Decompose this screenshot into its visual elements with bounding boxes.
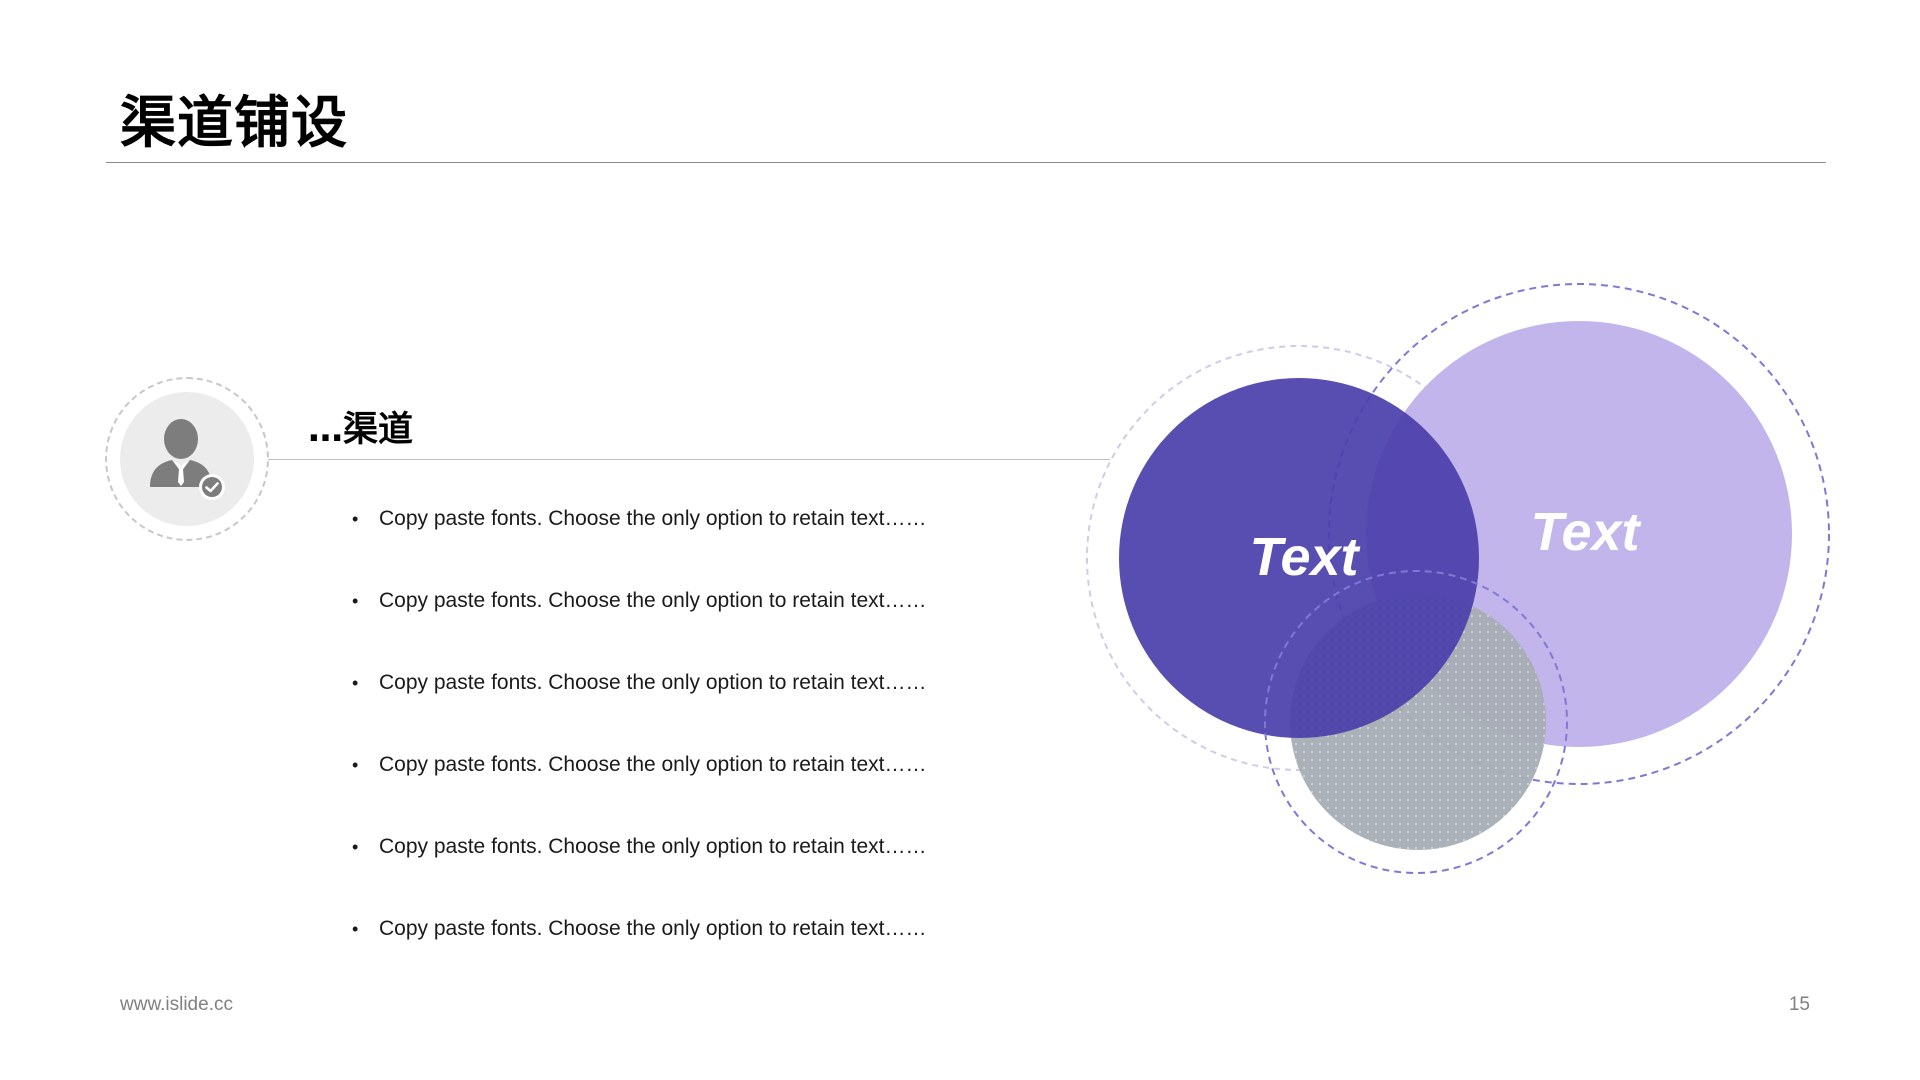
section-title: …渠道: [308, 410, 414, 450]
businessman-check-icon: [150, 419, 225, 500]
bullet-marker: •: [352, 591, 359, 611]
venn-diagram: Text Text: [1070, 270, 1850, 890]
bullet-marker: •: [352, 509, 359, 529]
right-circle-label: Text: [1530, 502, 1641, 562]
bullet-text: Copy paste fonts. Choose the only option…: [379, 671, 927, 694]
bullet-text: Copy paste fonts. Choose the only option…: [379, 753, 927, 776]
avatar-ring: [105, 377, 269, 541]
title-divider: [106, 162, 1826, 163]
bullet-text: Copy paste fonts. Choose the only option…: [379, 507, 927, 530]
footer-url: www.islide.cc: [120, 994, 233, 1015]
bullet-marker: •: [352, 919, 359, 939]
left-circle-label: Text: [1249, 527, 1360, 587]
bullet-text: Copy paste fonts. Choose the only option…: [379, 917, 927, 940]
page-number: 15: [1788, 994, 1810, 1015]
page-title: 渠道铺设: [120, 91, 348, 156]
venn-graphic: Text Text: [1086, 283, 1830, 874]
slide: 渠道铺设 …渠道 • Copy paste fonts. Choose the …: [0, 0, 1920, 1080]
section-divider: [268, 459, 1110, 460]
bullet-marker: •: [352, 755, 359, 775]
bullet-text: Copy paste fonts. Choose the only option…: [379, 589, 927, 612]
avatar: [120, 392, 254, 526]
bullet-marker: •: [352, 673, 359, 693]
bullet-text: Copy paste fonts. Choose the only option…: [379, 835, 927, 858]
bullet-marker: •: [352, 837, 359, 857]
